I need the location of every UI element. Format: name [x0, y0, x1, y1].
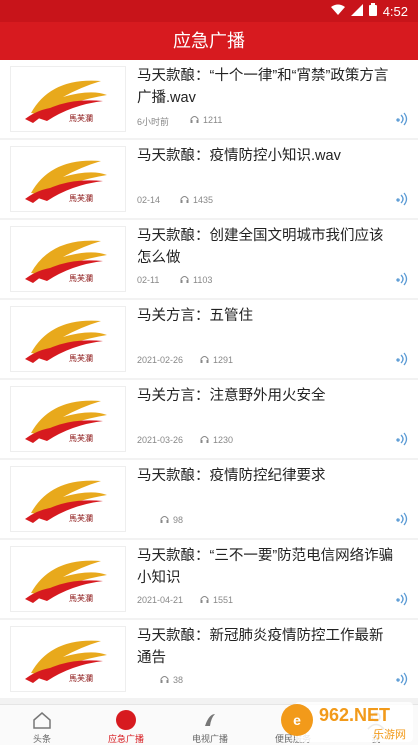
svg-text:馬芙瀾: 馬芙瀾: [69, 273, 93, 283]
svg-text:馬芙瀾: 馬芙瀾: [69, 433, 93, 443]
item-date: 2021-04-21: [137, 595, 184, 605]
battery-icon: [368, 3, 377, 19]
thumbnail-logo: 馬芙瀾: [10, 146, 126, 212]
page-title: 应急广播: [0, 22, 418, 60]
watermark-logo: e 962.NET 乐游网: [281, 702, 413, 742]
tab-label: 头条: [32, 734, 51, 744]
item-date: 02-14: [137, 195, 161, 205]
audio-wave-icon[interactable]: [396, 272, 408, 291]
svg-text:馬芙瀾: 馬芙瀾: [69, 353, 93, 363]
thumbnail-logo: 馬芙瀾: [10, 306, 126, 372]
wifi-icon: [330, 4, 345, 19]
audio-wave-icon[interactable]: [396, 352, 408, 371]
item-date: 6小时前: [137, 117, 170, 127]
thumbnail-logo: 馬芙瀾: [10, 466, 126, 532]
play-count: 1211: [190, 115, 222, 125]
watermark-text: 962.NET: [319, 705, 390, 725]
play-count-value: 1551: [213, 595, 234, 605]
audio-wave-icon[interactable]: [396, 592, 408, 611]
play-count: 1435: [180, 195, 213, 205]
tab-label: 电视广播: [191, 734, 228, 744]
svg-text:馬芙瀾: 馬芙瀾: [69, 113, 93, 123]
item-date: 2021-02-26: [137, 355, 184, 365]
play-count-value: 1230: [213, 435, 234, 445]
audio-wave-icon[interactable]: [396, 432, 408, 451]
list-item[interactable]: 馬芙瀾 马天款酿：疫情防控纪律要求 98: [0, 460, 418, 538]
item-title: 马天款酿：新冠肺炎疫情防控工作最新通告: [137, 628, 384, 666]
play-count-value: 1435: [193, 195, 214, 205]
item-title: 马天款酿：疫情防控纪律要求: [137, 468, 326, 484]
list-item[interactable]: 馬芙瀾 马天款酿：疫情防控小知识.wav 02-14 1435: [0, 140, 418, 218]
item-title: 马天款酿：“十个一律”和“宵禁”政策方言广播.wav: [137, 68, 389, 106]
headphones-icon: [180, 275, 189, 285]
svg-text:馬芙瀾: 馬芙瀾: [69, 193, 93, 203]
list-item[interactable]: 馬芙瀾 马天款酿：新冠肺炎疫情防控工作最新通告 38: [0, 620, 418, 698]
item-title: 马天款酿：“三不一要”防范电信网络诈骗小知识: [137, 548, 394, 586]
thumbnail-logo: 馬芙瀾: [10, 626, 126, 692]
headphones-icon: [190, 115, 199, 125]
svg-text:馬芙瀾: 馬芙瀾: [69, 673, 93, 683]
signal-icon: [350, 3, 363, 19]
svg-text:馬芙瀾: 馬芙瀾: [69, 593, 93, 603]
status-time: 4:52: [382, 3, 408, 19]
play-count-value: 38: [173, 675, 184, 685]
item-title: 马天款酿：创建全国文明城市我们应该怎么做: [137, 228, 384, 266]
svg-text:馬芙瀾: 馬芙瀾: [69, 513, 93, 523]
play-count-value: 1211: [203, 115, 223, 125]
play-count-value: 98: [173, 515, 184, 525]
play-count: 1551: [200, 595, 233, 605]
svg-text:e: e: [293, 712, 301, 728]
play-count: 38: [160, 675, 183, 685]
item-date: 02-11: [137, 275, 160, 285]
thumbnail-logo: 馬芙瀾: [10, 66, 126, 132]
audio-wave-icon[interactable]: [396, 512, 408, 531]
status-bar: 4:52: [0, 0, 418, 22]
watermark-subtext: 乐游网: [373, 728, 406, 741]
audio-wave-icon[interactable]: [396, 672, 408, 691]
list-item[interactable]: 馬芙瀾 马天款酿：创建全国文明城市我们应该怎么做 02-11 1103: [0, 220, 418, 298]
audio-wave-icon[interactable]: [396, 192, 408, 211]
play-count: 98: [160, 515, 183, 525]
play-count: 1103: [180, 275, 212, 285]
play-count-value: 1103: [193, 275, 213, 285]
item-title: 马关方言：五管住: [137, 308, 253, 324]
headphones-icon: [160, 515, 169, 525]
thumbnail-logo: 馬芙瀾: [10, 226, 126, 292]
item-date: 2021-03-26: [137, 435, 184, 445]
list-item[interactable]: 馬芙瀾 马天款酿：“十个一律”和“宵禁”政策方言广播.wav 6小时前 1211: [0, 60, 418, 138]
tab-tv[interactable]: 电视广播: [168, 705, 252, 745]
list-item[interactable]: 馬芙瀾 马关方言：注意野外用火安全 2021-03-26 1230: [0, 380, 418, 458]
thumbnail-logo: 馬芙瀾: [10, 386, 126, 452]
broadcast-list[interactable]: 馬芙瀾 马天款酿：“十个一律”和“宵禁”政策方言广播.wav 6小时前 1211…: [0, 60, 418, 704]
play-count-value: 1291: [213, 355, 234, 365]
thumbnail-logo: 馬芙瀾: [10, 546, 126, 612]
headphones-icon: [200, 355, 209, 365]
audio-wave-icon[interactable]: [396, 112, 408, 131]
play-count: 1291: [200, 355, 233, 365]
tab-label: 应急广播: [107, 734, 144, 744]
list-item[interactable]: 馬芙瀾 马关方言：五管住 2021-02-26 1291: [0, 300, 418, 378]
list-item[interactable]: 馬芙瀾 马天款酿：“三不一要”防范电信网络诈骗小知识 2021-04-21 15…: [0, 540, 418, 618]
headphones-icon: [180, 195, 189, 205]
headphones-icon: [200, 435, 209, 445]
item-title: 马关方言：注意野外用火安全: [137, 388, 326, 404]
play-count: 1230: [200, 435, 233, 445]
tab-broadcast[interactable]: 应急广播: [84, 705, 168, 745]
headphones-icon: [160, 675, 169, 685]
headphones-icon: [200, 595, 209, 605]
tab-home[interactable]: 头条: [0, 705, 84, 745]
item-title: 马天款酿：疫情防控小知识.wav: [137, 148, 341, 164]
